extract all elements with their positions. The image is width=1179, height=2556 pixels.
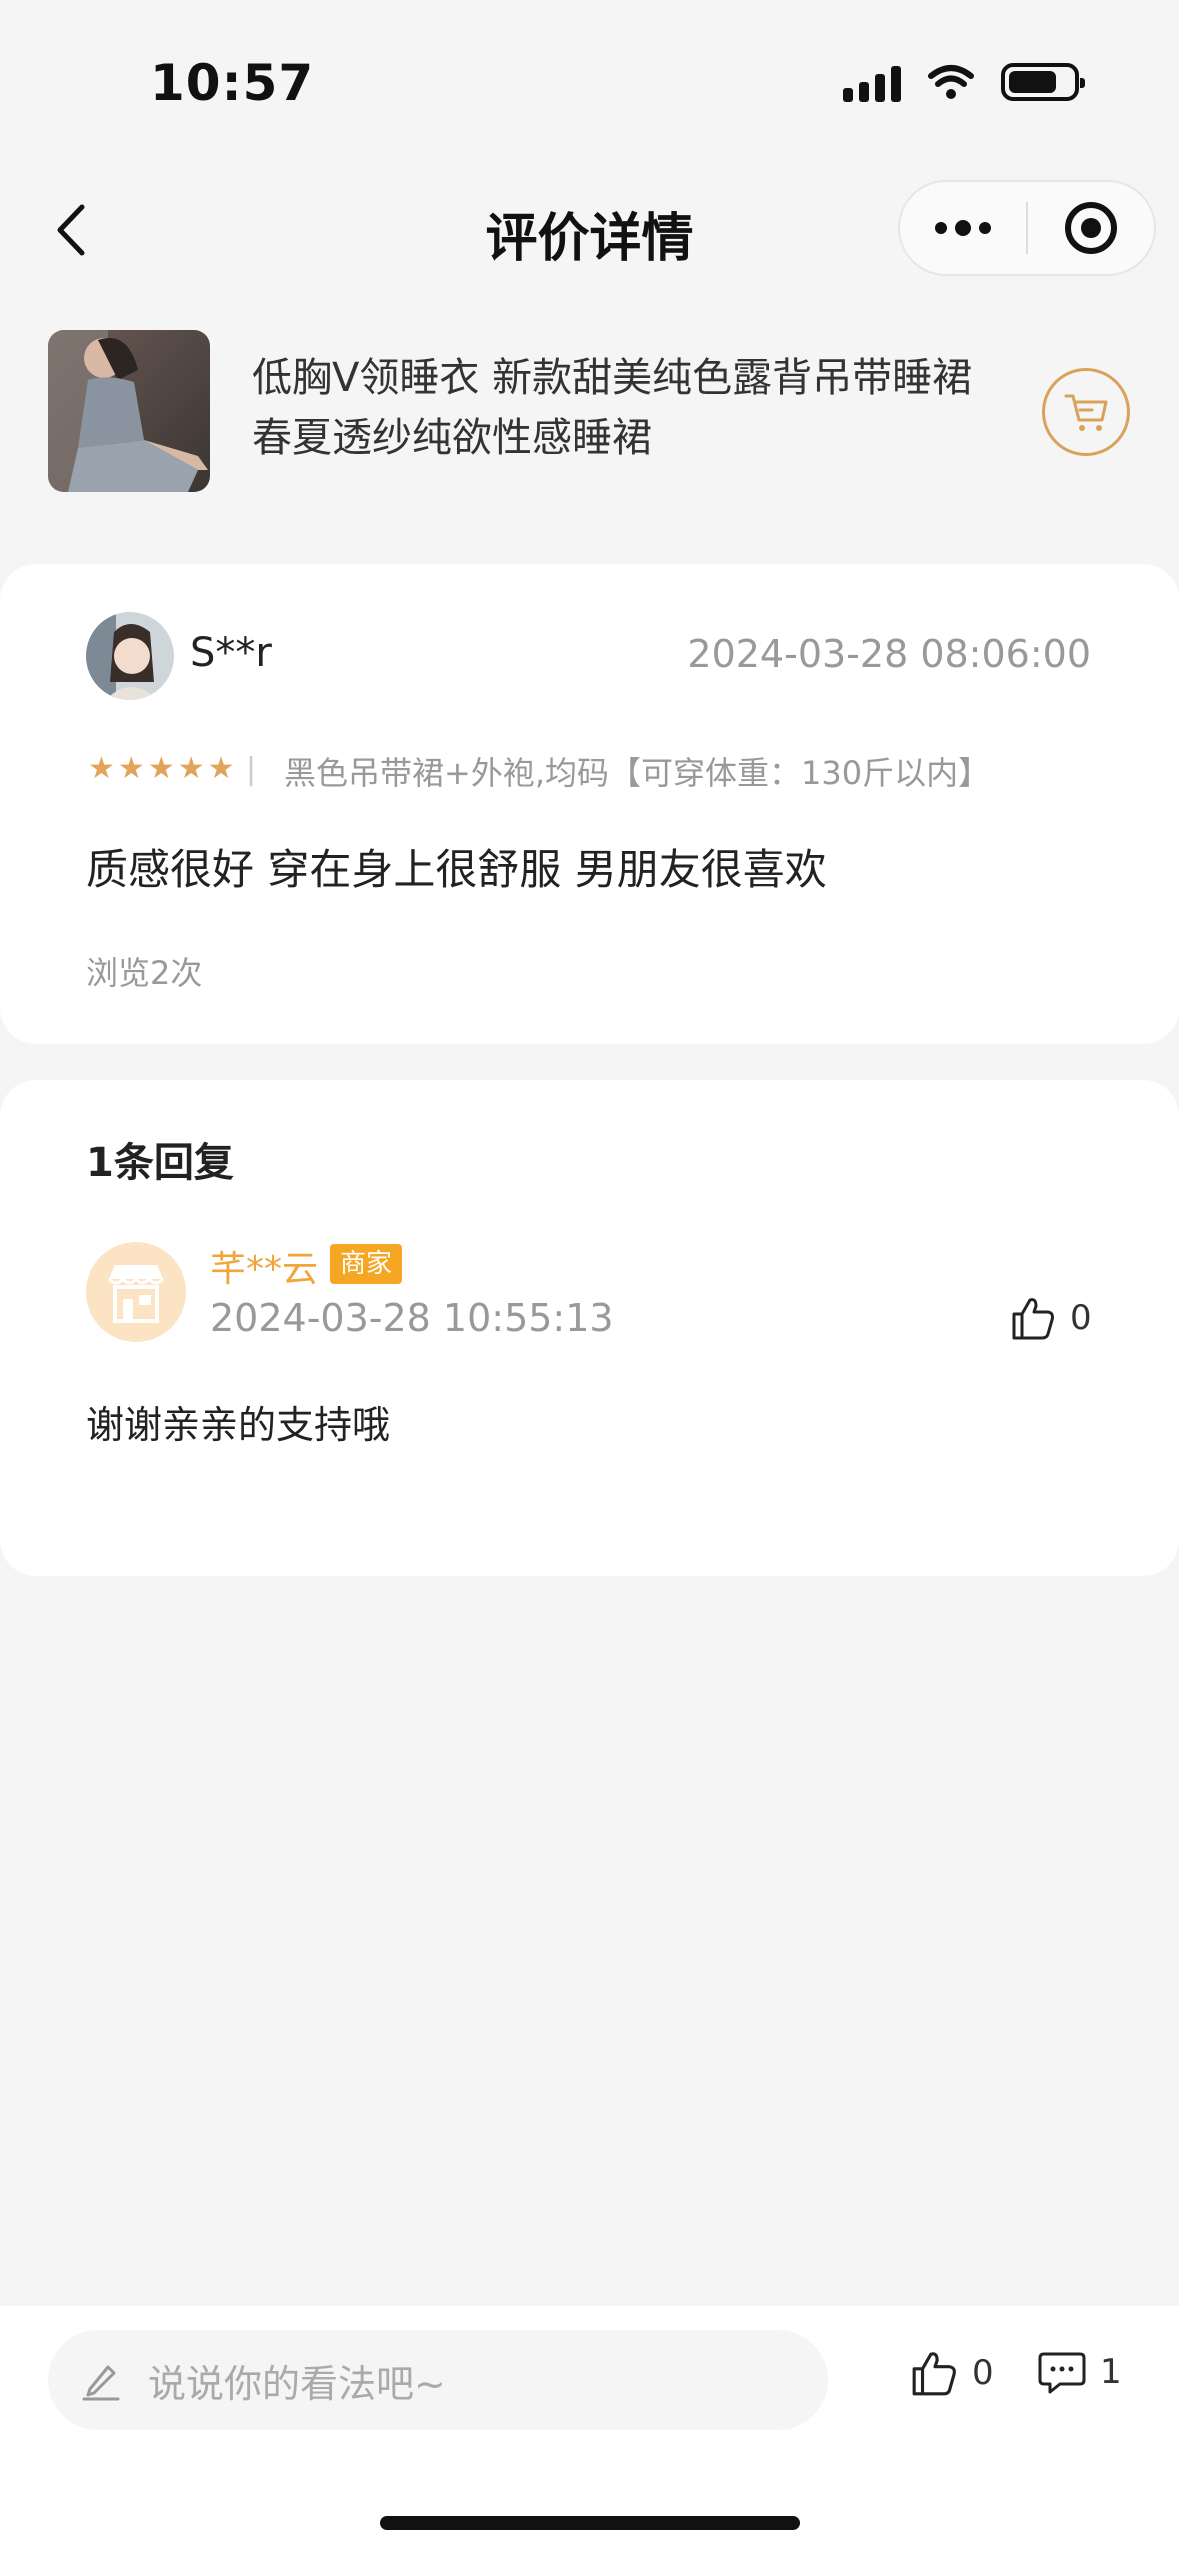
star-icon: ★	[177, 751, 205, 786]
comment-input[interactable]: 说说你的看法吧~	[48, 2330, 828, 2430]
mini-program-capsule	[898, 180, 1156, 276]
review-text: 质感很好 穿在身上很舒服 男朋友很喜欢	[86, 845, 827, 894]
reply-like-count: 0	[1070, 1298, 1092, 1338]
reply-text: 谢谢亲亲的支持哦	[86, 1403, 391, 1447]
product-thumbnail[interactable]	[48, 330, 210, 492]
cellular-signal-icon	[843, 62, 901, 102]
comment-button[interactable]: 1	[1038, 2350, 1122, 2394]
review-date: 2024-03-28 08:06:00	[687, 632, 1091, 676]
battery-icon	[1001, 63, 1085, 101]
pencil-icon	[82, 2365, 120, 2401]
comment-bubble-icon	[1038, 2352, 1086, 2394]
reply-count: 1条回复	[86, 1140, 234, 1186]
reply-date: 2024-03-28 10:55:13	[210, 1296, 614, 1340]
home-indicator[interactable]	[380, 2516, 800, 2530]
close-mini-program-button[interactable]	[1028, 182, 1154, 274]
like-count: 0	[972, 2353, 994, 2393]
star-rating: ★ ★ ★ ★ ★	[88, 754, 235, 784]
reply-like-button[interactable]: 0	[1010, 1296, 1092, 1340]
merchant-name[interactable]: 芊**云	[210, 1240, 318, 1292]
star-icon: ★	[88, 751, 115, 786]
like-button[interactable]: 0	[910, 2350, 994, 2396]
thumbs-up-icon	[1012, 1298, 1054, 1340]
product-spec: 黑色吊带裙+外袍,均码【可穿体重：130斤以内】	[284, 754, 991, 792]
view-count: 浏览2次	[86, 954, 203, 992]
product-title[interactable]: 低胸V领睡衣 新款甜美纯色露背吊带睡裙春夏透纱纯欲性感睡裙	[252, 348, 992, 468]
storefront-icon	[107, 1265, 165, 1323]
comment-count: 1	[1100, 2352, 1122, 2392]
rating-separator: |	[246, 752, 257, 787]
status-time: 10:57	[150, 54, 315, 112]
thumbs-up-icon	[912, 2352, 956, 2396]
reviewer-avatar[interactable]	[86, 612, 174, 700]
target-close-icon	[1065, 202, 1117, 254]
status-icons	[843, 62, 1085, 102]
cart-icon	[1064, 394, 1108, 431]
star-icon: ★	[147, 751, 175, 786]
merchant-avatar[interactable]	[86, 1242, 186, 1342]
add-to-cart-button[interactable]	[1042, 368, 1130, 456]
wifi-icon	[928, 65, 974, 99]
star-icon: ★	[117, 751, 145, 786]
star-icon: ★	[207, 751, 235, 786]
merchant-badge: 商家	[330, 1244, 403, 1284]
reviewer-name[interactable]: S**r	[190, 630, 272, 676]
comment-placeholder: 说说你的看法吧~	[148, 2361, 446, 2406]
more-button[interactable]	[900, 182, 1026, 274]
more-dots-icon	[935, 220, 991, 236]
